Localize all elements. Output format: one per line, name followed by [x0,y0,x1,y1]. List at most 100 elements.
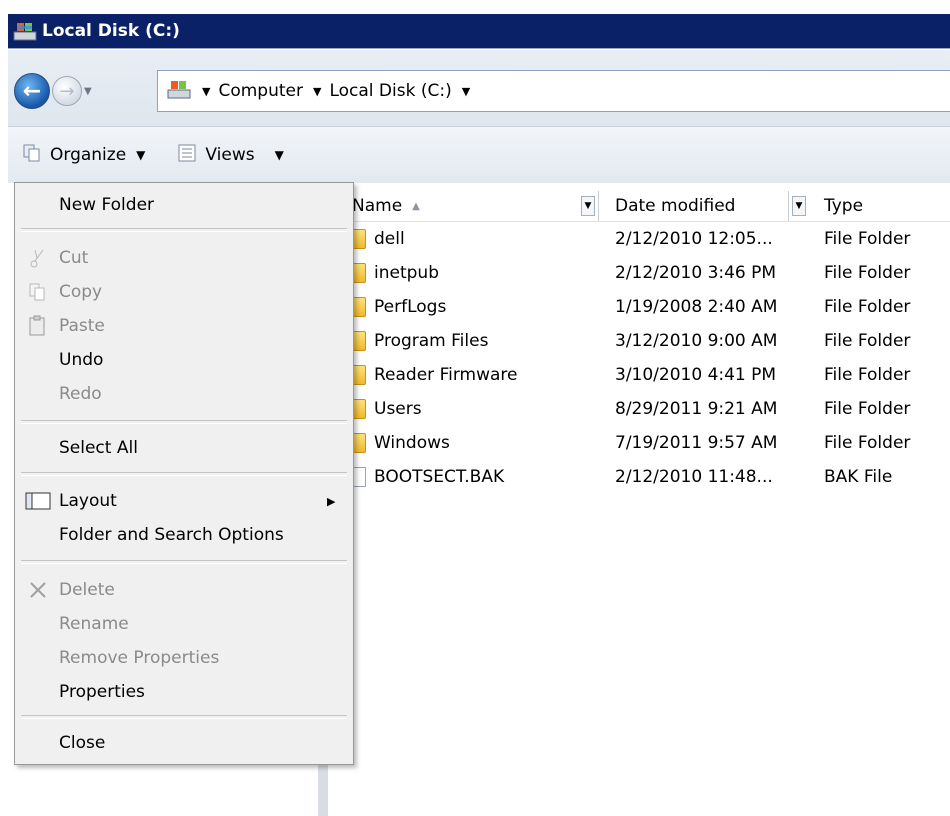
forward-arrow-icon: → [59,80,75,102]
column-divider[interactable] [598,191,599,221]
date-filter-dropdown[interactable]: ▼ [792,196,806,216]
file-name: BOOTSECT.BAK [374,467,505,487]
file-name: PerfLogs [374,297,447,317]
clipboard-icon [25,315,51,337]
file-type: File Folder [824,229,911,249]
address-bar[interactable]: ▼ Computer ▼ Local Disk (C:) ▼ [157,70,950,112]
views-icon [177,143,197,168]
file-date: 8/29/2011 9:21 AM [615,399,778,419]
file-row[interactable]: Reader Firmware 3/10/2010 4:41 PM File F… [328,358,950,392]
menu-cut[interactable]: Cut [15,242,353,274]
menu-remove-properties[interactable]: Remove Properties [15,642,353,674]
file-type: File Folder [824,297,911,317]
chevron-down-icon[interactable]: ▼ [462,85,470,98]
column-date-label: Date modified [615,196,736,216]
file-date: 3/12/2010 9:00 AM [615,331,778,351]
folder-icon [352,229,366,249]
breadcrumb-local-disk[interactable]: ▼ Local Disk (C:) [313,81,452,101]
file-type: File Folder [824,331,911,351]
menu-separator [21,420,347,424]
menu-separator [21,715,347,719]
scissors-icon [25,247,51,269]
file-date: 7/19/2011 9:57 AM [615,433,778,453]
file-icon [352,467,366,487]
chevron-down-icon[interactable]: ▼ [313,85,321,98]
menu-new-folder[interactable]: New Folder [15,189,353,221]
breadcrumb-computer[interactable]: ▼ Computer [202,81,303,101]
breadcrumb-label: Local Disk (C:) [329,81,452,101]
column-header-name[interactable]: Name ▲ [352,191,420,221]
file-type: File Folder [824,399,911,419]
column-header-date[interactable]: Date modified [615,191,735,221]
folder-icon [352,263,366,283]
folder-icon [352,433,366,453]
submenu-arrow-icon: ▶ [327,494,336,508]
file-date: 2/12/2010 12:05... [615,229,773,249]
breadcrumb-subfolder-dropdown[interactable]: ▼ [462,85,478,98]
file-row[interactable]: BOOTSECT.BAK 2/12/2010 11:48... BAK File [328,460,950,494]
menu-separator [21,560,347,564]
command-bar: Organize ▼ Views ▼ [8,127,950,183]
navigation-bar: ← → ▼ ▼ Computer ▼ Local Disk (C:) ▼ [8,50,950,127]
address-computer-icon [166,78,192,105]
file-date: 2/12/2010 3:46 PM [615,263,777,283]
menu-separator [21,472,347,476]
file-row[interactable]: dell 2/12/2010 12:05... File Folder [328,222,950,256]
file-name: Program Files [374,331,489,351]
sort-ascending-icon: ▲ [412,200,420,212]
back-button[interactable]: ← [14,73,50,109]
window-title: Local Disk (C:) [42,21,180,41]
views-button[interactable]: Views ▼ [171,135,289,175]
menu-select-all[interactable]: Select All [15,432,353,464]
folder-icon [352,331,366,351]
menu-undo[interactable]: Undo [15,344,353,376]
copy-icon [25,281,51,303]
file-name: Reader Firmware [374,365,518,385]
delete-x-icon [25,579,51,601]
menu-properties[interactable]: Properties [15,676,353,708]
file-row[interactable]: PerfLogs 1/19/2008 2:40 AM File Folder [328,290,950,324]
file-row[interactable]: inetpub 2/12/2010 3:46 PM File Folder [328,256,950,290]
local-disk-icon [12,20,38,42]
file-type: File Folder [824,433,911,453]
file-row[interactable]: Windows 7/19/2011 9:57 AM File Folder [328,426,950,460]
menu-close[interactable]: Close [15,727,353,759]
column-header-type[interactable]: Type [824,191,863,221]
file-row[interactable]: Users 8/29/2011 9:21 AM File Folder [328,392,950,426]
menu-copy[interactable]: Copy [15,276,353,308]
chevron-down-icon[interactable]: ▼ [202,85,210,98]
name-filter-dropdown[interactable]: ▼ [581,196,595,216]
column-header-row: Name ▲ ▼ Date modified ▼ Type [328,191,950,222]
menu-delete[interactable]: Delete [15,574,353,606]
organize-icon [22,143,42,168]
file-name: Windows [374,433,450,453]
back-arrow-icon: ← [22,78,42,104]
breadcrumb-label: Computer [218,81,303,101]
column-name-label: Name [352,196,403,216]
menu-redo[interactable]: Redo [15,378,353,410]
menu-paste[interactable]: Paste [15,310,353,342]
organize-button[interactable]: Organize ▼ [16,135,151,175]
chevron-down-icon: ▼ [136,148,146,162]
organize-menu: New Folder Cut Copy Paste Undo Redo Sele… [14,182,354,765]
menu-separator [21,228,347,232]
file-date: 1/19/2008 2:40 AM [615,297,778,317]
menu-layout[interactable]: Layout ▶ [15,485,353,517]
file-list[interactable]: Name ▲ ▼ Date modified ▼ Type dell 2/12/… [328,183,950,816]
file-row[interactable]: Program Files 3/12/2010 9:00 AM File Fol… [328,324,950,358]
folder-icon [352,365,366,385]
title-bar: Local Disk (C:) [8,14,950,49]
file-type: BAK File [824,467,893,487]
file-type: File Folder [824,263,911,283]
menu-rename[interactable]: Rename [15,608,353,640]
file-date: 3/10/2010 4:41 PM [615,365,777,385]
column-divider[interactable] [788,191,789,221]
menu-folder-options[interactable]: Folder and Search Options [15,519,353,551]
forward-button[interactable]: → [52,76,82,106]
file-name: inetpub [374,263,439,283]
views-label: Views [205,145,255,165]
recent-pages-dropdown[interactable]: ▼ [84,86,92,97]
file-name: dell [374,229,405,249]
file-name: Users [374,399,422,419]
file-type: File Folder [824,365,911,385]
